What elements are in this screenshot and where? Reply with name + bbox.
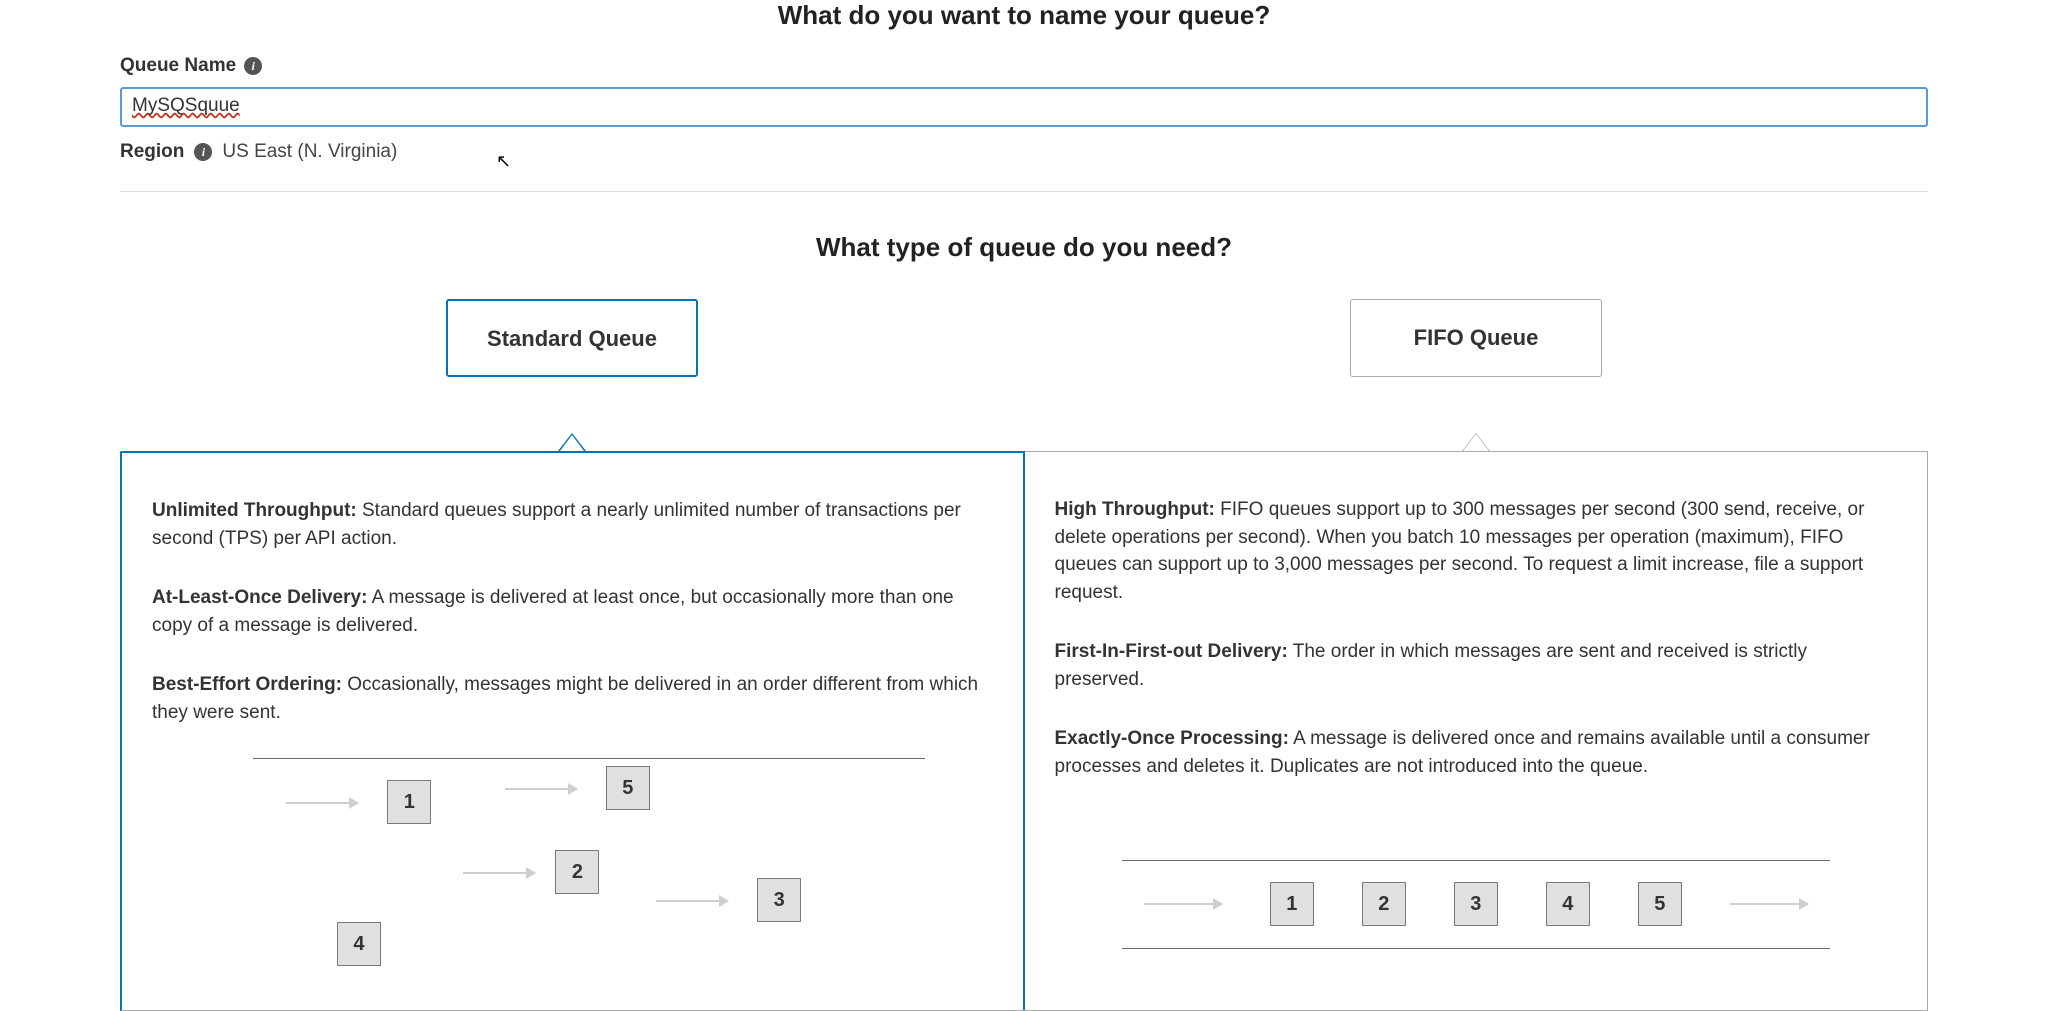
queue-name-label: Queue Name: [120, 55, 236, 77]
info-icon[interactable]: i: [244, 57, 262, 75]
info-icon[interactable]: i: [194, 143, 212, 161]
feature-unlimited-throughput: Unlimited Throughput: Standard queues su…: [152, 497, 993, 552]
panel-notch-row: [120, 433, 1928, 451]
heading-queue-type: What type of queue do you need?: [120, 232, 1928, 263]
diagram-box: 2: [1362, 882, 1406, 926]
fifo-queue-button[interactable]: FIFO Queue: [1350, 299, 1602, 377]
diagram-box: 3: [1454, 882, 1498, 926]
arrow-icon: [1144, 903, 1222, 905]
fifo-queue-panel: High Throughput: FIFO queues support up …: [1025, 451, 1928, 1010]
diagram-box: 2: [555, 850, 599, 894]
feature-fifo-delivery: First-In-First-out Delivery: The order i…: [1055, 638, 1898, 693]
diagram-box: 5: [606, 766, 650, 810]
heading-name-queue: What do you want to name your queue?: [120, 0, 1928, 31]
standard-queue-button[interactable]: Standard Queue: [446, 299, 698, 377]
queue-name-input[interactable]: MySQSquue: [120, 87, 1928, 127]
standard-diagram: 1 5 2 3 4: [152, 758, 993, 968]
diagram-box: 1: [1270, 882, 1314, 926]
standard-queue-panel: Unlimited Throughput: Standard queues su…: [122, 451, 1025, 1010]
queue-type-panels: Unlimited Throughput: Standard queues su…: [120, 451, 1928, 1011]
feature-best-effort: Best-Effort Ordering: Occasionally, mess…: [152, 671, 993, 726]
feature-at-least-once: At-Least-Once Delivery: A message is del…: [152, 584, 993, 639]
feature-exactly-once: Exactly-Once Processing: A message is de…: [1055, 725, 1898, 780]
diagram-box: 5: [1638, 882, 1682, 926]
region-row: Region i US East (N. Virginia): [120, 141, 1928, 192]
diagram-box: 3: [757, 878, 801, 922]
arrow-icon: [1730, 903, 1808, 905]
queue-name-label-row: Queue Name i: [120, 55, 1928, 77]
diagram-box: 4: [1546, 882, 1590, 926]
diagram-box: 4: [337, 922, 381, 966]
feature-high-throughput: High Throughput: FIFO queues support up …: [1055, 496, 1898, 606]
fifo-diagram: 1 2 3 4 5: [1055, 860, 1898, 980]
region-label: Region: [120, 141, 184, 163]
diagram-box: 1: [387, 780, 431, 824]
region-value: US East (N. Virginia): [222, 141, 397, 163]
